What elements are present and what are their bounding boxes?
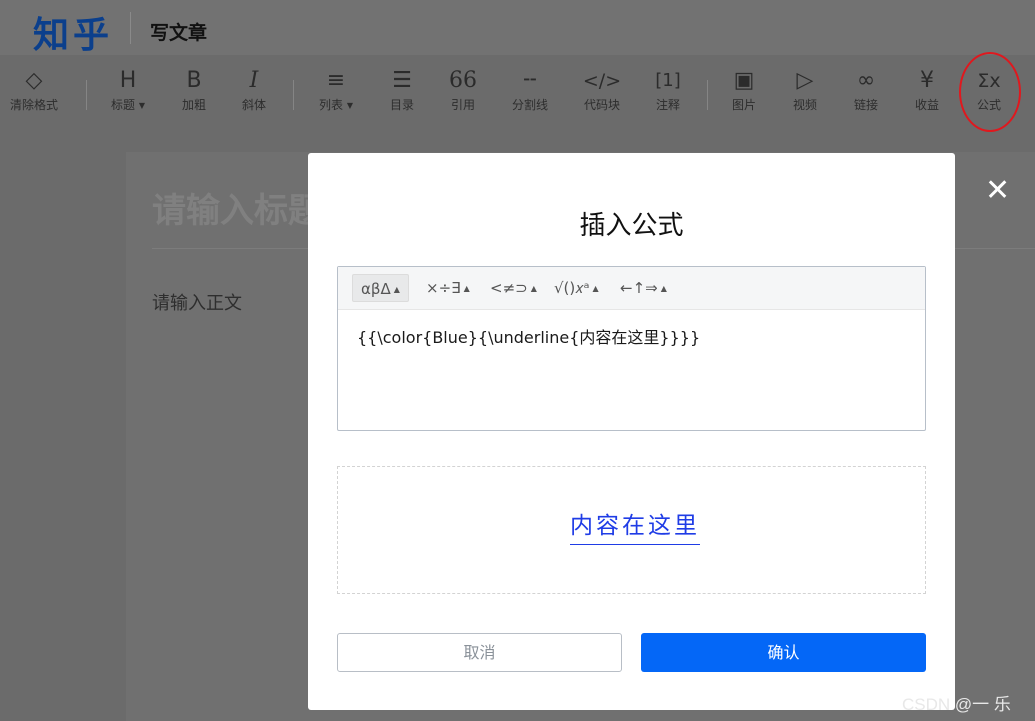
quote-label: 引用	[450, 98, 475, 112]
caret-up-icon: ▲	[530, 284, 537, 293]
body-placeholder[interactable]: 请输入正文	[152, 289, 242, 315]
divider-button[interactable]: ╌ 分割线	[500, 66, 560, 126]
image-icon: ▣	[733, 68, 755, 93]
zhihu-logo[interactable]: 知乎	[33, 6, 113, 58]
insert-formula-dialog: 插入公式 αβΔ ▲ ×÷∃ ▲ <≠⊃ ▲ √()𝑥ᵃ ▲ ←↑⇒ ▲ {{\color…	[308, 153, 955, 710]
csdn-watermark: CSDN @一 乐	[902, 695, 1011, 714]
divider-label: 分割线	[511, 98, 548, 112]
toc-button[interactable]: ☰ 目录	[372, 66, 432, 126]
link-icon: ∞	[856, 68, 876, 93]
code-icon: </>	[582, 70, 622, 92]
symbol-toolbar: αβΔ ▲ ×÷∃ ▲ <≠⊃ ▲ √()𝑥ᵃ ▲ ←↑⇒ ▲	[338, 267, 925, 310]
formula-input[interactable]: {{\color{Blue}{\underline{内容在这里}}}}	[357, 324, 700, 348]
video-button[interactable]: ▷ 视频	[775, 66, 835, 126]
heading-icon: H	[119, 68, 137, 93]
caret-up-icon: ▲	[592, 284, 599, 293]
toc-icon: ☰	[392, 68, 412, 93]
relation-symbols-dropdown[interactable]: <≠⊃ ▲	[482, 274, 545, 302]
quote-button[interactable]: 66 引用	[433, 66, 493, 126]
code-block-button[interactable]: </> 代码块	[572, 66, 632, 126]
clear-format-button[interactable]: ◇ 清除格式	[4, 66, 64, 126]
quote-icon: 66	[449, 68, 477, 93]
math-structure-label: √()𝑥ᵃ	[554, 279, 590, 297]
page-title: 写文章	[150, 22, 208, 44]
title-placeholder[interactable]: 请输入标题	[152, 183, 322, 232]
image-label: 图片	[731, 98, 756, 112]
operator-symbols-dropdown[interactable]: ×÷∃ ▲	[418, 274, 478, 302]
confirm-button[interactable]: 确认	[641, 633, 926, 672]
italic-icon: I	[249, 68, 259, 93]
close-icon[interactable]: ✕	[985, 176, 1010, 206]
clear-format-label: 清除格式	[9, 98, 58, 112]
income-label: 收益	[914, 98, 939, 112]
toolbar-separator	[86, 80, 87, 110]
relation-symbols-label: <≠⊃	[490, 279, 528, 297]
video-label: 视频	[792, 98, 817, 112]
link-button[interactable]: ∞ 链接	[836, 66, 896, 126]
list-icon: ≡	[326, 68, 346, 93]
toolbar-separator	[707, 80, 708, 110]
code-block-label: 代码块	[583, 98, 620, 112]
greek-symbols-dropdown[interactable]: αβΔ ▲	[352, 274, 409, 302]
greek-symbols-label: αβΔ	[361, 280, 391, 298]
caret-down-icon: ▼	[346, 101, 353, 110]
footnote-icon: [1]	[655, 70, 681, 91]
bold-icon: B	[186, 68, 202, 93]
editor-toolbar: ◇ 清除格式 H 标题 ▼ B 加粗 I 斜体 ≡ 列表 ▼ ☰ 目录 66 引用 ╌ 分割线 …	[0, 66, 1035, 128]
toolbar-separator	[293, 80, 294, 110]
cancel-button[interactable]: 取消	[337, 633, 622, 672]
caret-up-icon: ▲	[660, 284, 667, 293]
arrow-symbols-dropdown[interactable]: ←↑⇒ ▲	[612, 274, 675, 302]
formula-highlight-circle	[959, 52, 1021, 132]
video-icon: ▷	[796, 68, 814, 93]
caret-up-icon: ▲	[463, 284, 470, 293]
caret-up-icon: ▲	[393, 285, 400, 294]
income-button[interactable]: ¥ 收益	[897, 66, 957, 126]
preview-text: 内容在这里	[570, 506, 700, 545]
heading-button[interactable]: H 标题 ▼	[98, 66, 158, 126]
footnote-button[interactable]: [1] 注释	[638, 66, 698, 126]
list-label: 列表	[319, 98, 344, 112]
list-button[interactable]: ≡ 列表 ▼	[306, 66, 366, 126]
italic-label: 斜体	[241, 98, 266, 112]
caret-down-icon: ▼	[138, 101, 145, 110]
toc-label: 目录	[389, 98, 414, 112]
formula-editor[interactable]: αβΔ ▲ ×÷∃ ▲ <≠⊃ ▲ √()𝑥ᵃ ▲ ←↑⇒ ▲ {{\color{Blue…	[337, 266, 926, 431]
footnote-label: 注释	[655, 98, 680, 112]
dialog-title: 插入公式	[579, 211, 684, 241]
italic-button[interactable]: I 斜体	[224, 66, 284, 126]
link-label: 链接	[853, 98, 878, 112]
money-bag-icon: ¥	[920, 68, 934, 93]
header-divider	[130, 12, 131, 44]
divider-icon: ╌	[523, 68, 537, 93]
formula-preview: 内容在这里	[337, 466, 926, 594]
arrow-symbols-label: ←↑⇒	[620, 279, 658, 297]
image-button[interactable]: ▣ 图片	[714, 66, 774, 126]
eraser-icon: ◇	[25, 68, 43, 93]
bold-label: 加粗	[181, 98, 206, 112]
math-structure-dropdown[interactable]: √()𝑥ᵃ ▲	[546, 274, 607, 302]
heading-label: 标题	[111, 98, 136, 112]
operator-symbols-label: ×÷∃	[426, 279, 461, 297]
top-header: 知乎 写文章	[0, 0, 1035, 58]
bold-button[interactable]: B 加粗	[164, 66, 224, 126]
